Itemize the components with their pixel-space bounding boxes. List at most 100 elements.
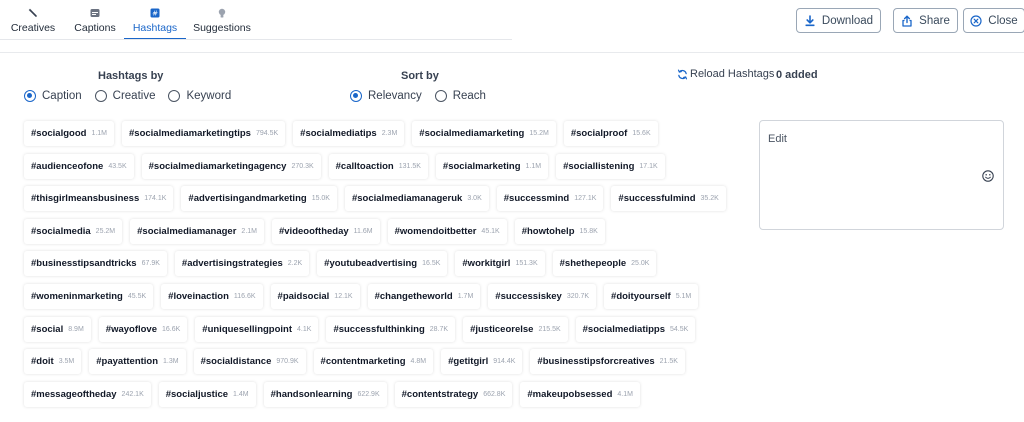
hashtag-chip[interactable]: #advertisingandmarketing 15.0K [181, 186, 337, 212]
hashtag-chip[interactable]: #howtohelp 15.8K [514, 218, 605, 244]
download-icon [805, 14, 815, 26]
hashtag-text: #youtubeadvertising [324, 258, 418, 270]
hashtag-chip[interactable]: #socialmediamarketingtips 794.5K [122, 121, 286, 146]
hashtag-chip[interactable]: #socialmedia 25.2M [24, 218, 123, 244]
hashtag-reach: 2.2K [287, 260, 303, 268]
hashtag-text: #contentstrategy [401, 388, 479, 400]
hashtag-reach: 151.3K [515, 260, 538, 268]
hashtag-chip[interactable]: #wayoflove 16.6K [98, 316, 188, 342]
radio-creative[interactable]: Creative [94, 90, 155, 102]
radio-button[interactable] [434, 90, 447, 102]
hashtag-chip[interactable]: #successfulmind 35.2K [611, 186, 726, 212]
hashtag-chip[interactable]: #doit 3.5M [24, 349, 82, 375]
hashtag-text: #socialproof [570, 128, 628, 139]
hashtag-chip[interactable]: #socialmediatips 2.3M [293, 121, 405, 146]
hashtag-text: #audienceofone [31, 160, 104, 172]
close-button[interactable]: Close [963, 8, 1024, 33]
hashtag-chip[interactable]: #makeupobsessed 4.1M [520, 381, 640, 407]
radio-relevancy[interactable]: Relevancy [350, 90, 422, 102]
radio-caption[interactable]: Caption [24, 90, 82, 102]
hashtag-text: #socialmediatipps [582, 323, 666, 335]
refresh-icon [677, 69, 688, 79]
hashtag-chip[interactable]: #getitgirl 914.4K [441, 349, 523, 375]
hashtag-chip[interactable]: #successfulthinking 28.7K [326, 316, 456, 342]
hashtag-chip[interactable]: #paidsocial 12.1K [270, 283, 360, 309]
hashtag-reach: 15.8K [579, 227, 598, 235]
reload-label: Reload Hashtags [690, 68, 775, 80]
tab-bar: Creatives Captions # Hashtags Suggestion… [0, 0, 258, 40]
hashtag-text: #socialmedia [31, 225, 91, 237]
hashtag-reach: 17.1K [639, 162, 658, 170]
hashtag-reach: 4.1M [617, 390, 633, 398]
hashtag-text: #handsonlearning [270, 388, 353, 400]
hashtag-chip[interactable]: #loveinaction 116.6K [161, 283, 263, 309]
hashtag-chip[interactable]: #businesstipsandtricks 67.9K [24, 251, 167, 277]
hashtag-chip[interactable]: #handsonlearning 622.9K [263, 381, 387, 407]
hashtag-chip[interactable]: #socialjustice 1.4M [158, 381, 256, 407]
hashtag-chip[interactable]: #socialdistance 970.9K [193, 349, 306, 375]
hashtag-reach: 16.5K [422, 260, 441, 268]
download-button[interactable]: Download [796, 8, 881, 33]
tab-creatives[interactable]: Creatives [0, 0, 66, 40]
hashtag-chip[interactable]: #thisgirlmeansbusiness 174.1K [24, 186, 174, 212]
hashtag-reach: 28.7K [429, 325, 449, 333]
hashtag-chip[interactable]: #payattention 1.3M [89, 349, 186, 375]
radio-button-checked[interactable] [24, 90, 36, 102]
hashtag-chip[interactable]: #contentstrategy 662.8K [394, 381, 513, 407]
hashtag-reach: 3.5M [58, 358, 75, 366]
radio-keyword[interactable]: Keyword [168, 90, 231, 102]
hashtag-chip[interactable]: #womendoitbetter 45.1K [387, 218, 507, 244]
hashtag-chip[interactable]: #socialmediamanageruk 3.0K [344, 186, 489, 212]
radio-button[interactable] [94, 90, 107, 102]
hashtag-text: #getitgirl [448, 356, 489, 368]
hashtag-chip[interactable]: #doityourself 5.1M [604, 283, 699, 309]
hashtag-text: #shethepeople [559, 258, 627, 270]
hashtag-chip[interactable]: #businesstipsforcreatives 21.5K [530, 349, 685, 375]
hashtag-chip[interactable]: #uniquesellingpoint 4.1K [195, 316, 319, 342]
edit-textbox[interactable]: Edit [759, 120, 1004, 230]
reload-hashtags-button[interactable]: Reload Hashtags [677, 68, 774, 80]
hashtag-chip[interactable]: #successmind 127.1K [496, 186, 604, 212]
hashtag-chip[interactable]: #womeninmarketing 45.5K [24, 283, 154, 309]
hashtag-chip[interactable]: #socialmediamanager 2.1M [130, 218, 264, 244]
radio-reach[interactable]: Reach [434, 90, 486, 102]
hashtag-chip[interactable]: #shethepeople 25.0K [552, 251, 657, 277]
share-button[interactable]: Share [893, 8, 958, 33]
hashtag-chip[interactable]: #justiceorelse 215.5K [463, 316, 568, 342]
radio-button[interactable] [168, 90, 181, 102]
radio-button-checked[interactable] [350, 90, 362, 102]
hashtag-chip[interactable]: #calltoaction 131.5K [328, 153, 428, 179]
download-label: Download [821, 14, 874, 27]
tab-suggestions[interactable]: Suggestions [186, 0, 258, 40]
hashtag-chip[interactable]: #youtubeadvertising 16.5K [317, 251, 448, 277]
tab-captions[interactable]: Captions [66, 0, 124, 40]
close-label: Close [988, 14, 1018, 27]
hashtag-chip[interactable]: #messageoftheday 242.1K [24, 381, 151, 407]
hashtag-text: #socialmediamarketingtips [129, 128, 251, 139]
hashtag-list: #socialgood 1.1M #socialmediamarketingtips… [24, 121, 734, 414]
hashtag-chip[interactable]: #socialmediatipps 54.5K [575, 316, 696, 342]
hashtag-chip[interactable]: #contentmarketing 4.8M [313, 349, 434, 375]
tab-hashtags[interactable]: # Hashtags [124, 0, 186, 40]
hashtag-reach: 25.2M [95, 227, 116, 235]
hashtag-reach: 3.0K [467, 195, 482, 203]
hashtag-chip[interactable]: #socialmediamarketing 15.2M [412, 121, 556, 146]
hashtag-chip[interactable]: #successiskey 320.7K [488, 283, 597, 309]
hashtag-chip[interactable]: #socialmediamarketingagency 270.3K [141, 153, 321, 179]
hashtag-chip[interactable]: #workitgirl 151.3K [455, 251, 545, 277]
hashtag-chip[interactable]: #socialmarketing 1.1M [435, 153, 549, 179]
caption-icon [90, 9, 100, 17]
hashtag-chip[interactable]: #advertisingstrategies 2.2K [174, 251, 310, 277]
tabs-underline [0, 39, 512, 40]
hashtag-chip[interactable]: #audienceofone 43.5K [24, 153, 134, 179]
hashtag-row: #womeninmarketing 45.5K #loveinaction 116.6… [24, 283, 734, 317]
hashtag-chip[interactable]: #socialgood 1.1M [24, 121, 114, 146]
emoji-icon[interactable] [982, 170, 994, 182]
hashtag-reach: 54.5K [670, 325, 689, 333]
hashtag-chip[interactable]: #sociallistening 17.1K [556, 153, 665, 179]
hashtag-chip[interactable]: #videooftheday 11.6M [271, 218, 380, 244]
hashtag-chip[interactable]: #socialproof 15.6K [563, 121, 658, 146]
hashtag-text: #socialgood [31, 128, 87, 139]
hashtag-chip[interactable]: #social 8.9M [24, 316, 91, 342]
hashtag-chip[interactable]: #changetheworld 1.7M [367, 283, 481, 309]
